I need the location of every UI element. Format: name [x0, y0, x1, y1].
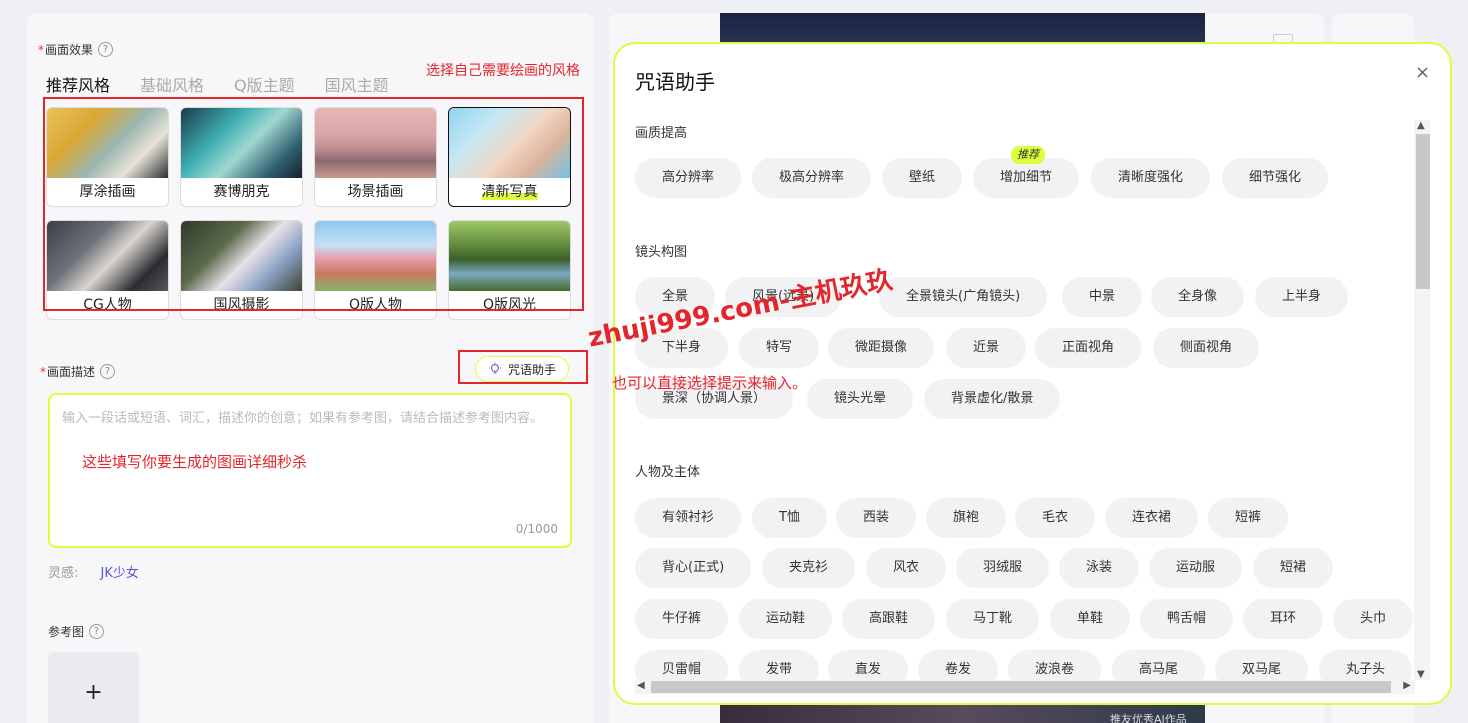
inspiration-row: 灵感: JK少女	[48, 562, 139, 581]
tab-q-theme[interactable]: Q版主题	[234, 72, 295, 96]
chip[interactable]: 微距摄像	[828, 328, 935, 368]
chip[interactable]: 单鞋	[1050, 599, 1131, 639]
effect-label: *画面效果 ?	[38, 41, 114, 58]
help-icon[interactable]: ?	[98, 42, 114, 57]
section-subject: 人物及主体	[635, 461, 700, 480]
chip[interactable]: 夹克衫	[762, 548, 856, 588]
tab-recommended[interactable]: 推荐风格	[43, 72, 114, 96]
chip[interactable]: 全景镜头(广角镜头)	[879, 277, 1048, 317]
chip[interactable]: 牛仔裤	[635, 599, 729, 639]
reference-label: 参考图 ?	[48, 623, 105, 640]
chip-label: 增加细节	[1000, 170, 1053, 185]
chip[interactable]: 高分辨率	[635, 158, 742, 198]
help-icon[interactable]: ?	[100, 364, 116, 379]
chip[interactable]: 连衣裙	[1105, 498, 1199, 538]
desc-label: *画面描述 ?	[40, 363, 116, 380]
chip[interactable]: 侧面视角	[1153, 328, 1260, 368]
scroll-right-icon[interactable]: ▶	[1403, 680, 1411, 691]
chip[interactable]: 正面视角	[1035, 328, 1142, 368]
annotation-helper-box	[458, 350, 588, 384]
section-title: 镜头构图	[635, 245, 688, 260]
chip[interactable]: 壁纸	[882, 158, 963, 198]
close-icon[interactable]: ×	[1415, 62, 1430, 83]
chip[interactable]: 极高分辨率	[752, 158, 872, 198]
chip[interactable]: 背景虚化/散景	[924, 379, 1061, 419]
scroll-left-icon[interactable]: ◀	[637, 680, 645, 691]
chip[interactable]: 耳环	[1243, 599, 1324, 639]
section-title: 人物及主体	[635, 465, 701, 480]
chip[interactable]: 背心(正式)	[635, 548, 752, 588]
tab-basic[interactable]: 基础风格	[140, 72, 204, 96]
chip[interactable]: 短裤	[1208, 498, 1289, 538]
char-counter: 0/1000	[515, 522, 558, 536]
chip[interactable]: 上半身	[1255, 277, 1349, 317]
chip[interactable]: 高跟鞋	[842, 599, 936, 639]
chip[interactable]: 镜头光晕	[807, 379, 914, 419]
chip[interactable]: 西装	[836, 498, 917, 538]
scrollbar-thumb[interactable]	[1416, 134, 1430, 289]
annotation-desc-hint: 这些填写你要生成的图画详细秒杀	[82, 453, 308, 471]
chip[interactable]: 鸭舌帽	[1140, 599, 1234, 639]
chip[interactable]: T恤	[752, 498, 827, 538]
chip[interactable]: 运动服	[1149, 548, 1243, 588]
chip[interactable]: 羽绒服	[956, 548, 1050, 588]
chip[interactable]: 风衣	[866, 548, 947, 588]
chip[interactable]: 泳装	[1059, 548, 1140, 588]
section-composition: 镜头构图	[635, 241, 687, 260]
chip[interactable]: 全身像	[1151, 277, 1245, 317]
chip[interactable]: 旗袍	[926, 498, 1007, 538]
chip[interactable]: 双马尾	[1215, 650, 1309, 682]
chip[interactable]: 短裙	[1253, 548, 1334, 588]
scrollbar-thumb[interactable]	[651, 681, 1391, 693]
chip[interactable]: 丸子头	[1319, 650, 1413, 682]
chip[interactable]: 头巾	[1333, 599, 1413, 639]
section-quality: 画质提高	[635, 122, 687, 141]
vertical-scrollbar[interactable]: ▲ ▼	[1414, 120, 1430, 680]
chip[interactable]: 发带	[739, 650, 820, 682]
chip[interactable]: 直发	[828, 650, 909, 682]
tab-guofeng-theme[interactable]: 国风主题	[325, 72, 389, 96]
help-icon[interactable]: ?	[89, 624, 105, 639]
horizontal-scrollbar[interactable]: ◀ ▶	[635, 680, 1415, 694]
modal-body: 画质提高 高分辨率 极高分辨率 壁纸 增加细节 推荐 清晰度强化 细节强化 镜头…	[635, 114, 1413, 682]
chip[interactable]: 毛衣	[1015, 498, 1096, 538]
upload-reference-button[interactable]: +	[48, 652, 139, 723]
chip[interactable]: 清晰度强化	[1091, 158, 1211, 198]
chip[interactable]: 有领衬衫	[635, 498, 742, 538]
preview-caption: 推友优秀AI作品	[1110, 713, 1187, 723]
chip[interactable]: 卷发	[918, 650, 999, 682]
chip-with-badge[interactable]: 增加细节 推荐	[973, 146, 1080, 198]
inspiration-label: 灵感:	[48, 566, 79, 581]
chip[interactable]: 贝雷帽	[635, 650, 729, 682]
inspiration-link[interactable]: JK少女	[101, 566, 139, 581]
section-title: 画质提高	[635, 126, 688, 141]
chip[interactable]: 近景	[946, 328, 1027, 368]
chip[interactable]: 细节强化	[1222, 158, 1329, 198]
modal-title: 咒语助手	[635, 70, 715, 94]
chip[interactable]: 运动鞋	[739, 599, 833, 639]
scroll-up-icon[interactable]: ▲	[1417, 120, 1425, 131]
chip[interactable]: 特写	[739, 328, 820, 368]
chip[interactable]: 中景	[1062, 277, 1143, 317]
annotation-style-box	[43, 97, 584, 311]
chip[interactable]: 马丁靴	[946, 599, 1040, 639]
annotation-helper-hint: 也可以直接选择提示来输入。	[612, 374, 808, 392]
annotation-style-hint: 选择自己需要绘画的风格	[426, 63, 580, 79]
style-tabs: 推荐风格 基础风格 Q版主题 国风主题	[43, 72, 389, 96]
chip[interactable]: 波浪卷	[1008, 650, 1102, 682]
recommend-badge: 推荐	[1011, 146, 1045, 164]
scroll-down-icon[interactable]: ▼	[1417, 669, 1425, 680]
plus-icon: +	[84, 679, 103, 705]
chip[interactable]: 高马尾	[1112, 650, 1206, 682]
